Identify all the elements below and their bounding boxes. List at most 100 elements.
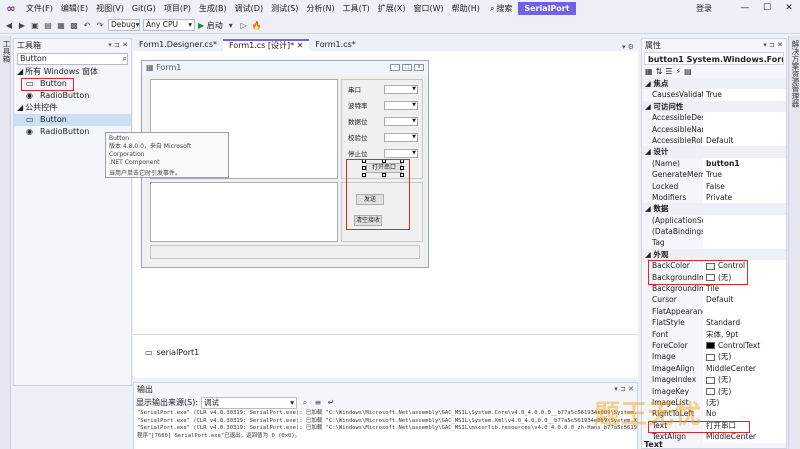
property-value-cell[interactable]: [703, 214, 786, 227]
field-combobox[interactable]: ▼: [384, 101, 418, 110]
property-value-cell[interactable]: 宋体, 9pt: [703, 328, 786, 340]
panel-controls[interactable]: ▾ ⊐ ✕: [108, 39, 128, 52]
field-combobox[interactable]: ▼: [384, 117, 418, 126]
property-value-cell[interactable]: [703, 123, 786, 135]
property-category[interactable]: ◢ 外观: [642, 248, 786, 261]
document-tab[interactable]: Form1.cs [设计]* ✕: [223, 39, 310, 51]
property-value-cell[interactable]: [703, 237, 786, 249]
tab-overflow-icon[interactable]: ▾ ⚙: [622, 43, 634, 51]
clear-all-icon[interactable]: ≡: [313, 398, 323, 407]
property-value-cell[interactable]: Private: [703, 191, 786, 204]
redo-icon[interactable]: ↷: [95, 21, 105, 30]
property-value-cell[interactable]: MiddleCenter: [703, 362, 786, 375]
document-tab[interactable]: Form1.Designer.cs*: [133, 39, 223, 51]
property-row[interactable]: GenerateMembeTrue: [642, 169, 786, 181]
search-box[interactable]: ⌕ 搜索: [490, 3, 512, 14]
close-icon[interactable]: ✕: [778, 0, 800, 17]
dropdown-icon[interactable]: ▾: [226, 21, 236, 30]
forward-icon[interactable]: ▶: [17, 21, 27, 30]
menu-item[interactable]: 生成(B): [195, 0, 231, 17]
property-row[interactable]: (ApplicationSet: [642, 214, 786, 227]
property-value-cell[interactable]: button1: [703, 157, 786, 170]
menu-item[interactable]: 分析(N): [302, 0, 338, 17]
property-value-cell[interactable]: (无): [703, 351, 786, 363]
property-row[interactable]: CausesValidatioTrue: [642, 89, 786, 101]
new-item-icon[interactable]: ▣: [30, 21, 40, 30]
solution-explorer-side-tab[interactable]: 解决方案资源管理器: [790, 40, 800, 108]
close-icon[interactable]: ✕: [297, 41, 304, 50]
categorized-icon[interactable]: ▦: [645, 67, 653, 76]
property-category[interactable]: ◢ 数据: [642, 203, 786, 215]
property-category[interactable]: ◢ 设计: [642, 146, 786, 158]
toolbox-group[interactable]: ◢ 公共控件: [14, 102, 131, 114]
property-pages-icon[interactable]: ▤: [684, 67, 692, 76]
platform-select[interactable]: Any CPU ▾: [143, 19, 195, 31]
save-all-icon[interactable]: ▩: [69, 21, 79, 30]
property-value-cell[interactable]: Default: [703, 134, 786, 147]
menu-item[interactable]: 视图(V): [92, 0, 128, 17]
events-icon[interactable]: ⚡: [675, 67, 681, 76]
alphabetical-icon[interactable]: ⇅: [656, 67, 663, 76]
toolbox-search-input[interactable]: Button ⌕: [17, 53, 128, 65]
property-value-cell[interactable]: True: [703, 89, 786, 101]
property-value-cell[interactable]: [703, 226, 786, 238]
property-category[interactable]: ◢ 可访问性: [642, 100, 786, 113]
property-value-cell[interactable]: Standard: [703, 317, 786, 329]
property-value-cell[interactable]: [703, 305, 786, 318]
toolbox-group[interactable]: ◢ 所有 Windows 窗体: [14, 66, 131, 78]
menu-item[interactable]: 项目(P): [160, 0, 195, 17]
property-value-cell[interactable]: (无): [703, 385, 786, 397]
property-row[interactable]: ImageIndex (无): [642, 374, 786, 386]
output-text[interactable]: "SerialPort.exe" (CLR v4.0.30319: Serial…: [134, 409, 637, 449]
output-source-select[interactable]: 调试 ▾: [201, 396, 298, 409]
word-wrap-icon[interactable]: ↵: [326, 398, 336, 407]
property-row[interactable]: (Name) button1: [642, 157, 786, 170]
properties-icon[interactable]: ☰: [665, 67, 672, 76]
field-combobox[interactable]: ▼: [384, 133, 418, 142]
property-row[interactable]: Cursor Default: [642, 294, 786, 306]
visual-studio-logo-icon[interactable]: ∞: [0, 0, 22, 17]
serial-port-component[interactable]: ▭ serialPort1: [145, 348, 199, 357]
property-row[interactable]: (DataBindings): [642, 226, 786, 238]
property-row[interactable]: ImageAlign MiddleCenter: [642, 362, 786, 375]
document-tab[interactable]: Form1.cs*: [309, 39, 361, 51]
toolbox-item[interactable]: ◉ RadioButton: [14, 90, 131, 102]
open-icon[interactable]: ▤: [43, 21, 53, 30]
property-row[interactable]: AccessibleDescr: [642, 112, 786, 124]
start-button[interactable]: ▶ 启动: [198, 20, 223, 31]
minimize-icon[interactable]: —: [734, 0, 756, 17]
property-category[interactable]: ◢ 焦点: [642, 78, 786, 90]
menu-item[interactable]: Git(G): [128, 0, 160, 17]
menu-item[interactable]: 扩展(X): [374, 0, 410, 17]
panel-controls[interactable]: ▾ ⊐ ✕: [763, 39, 783, 52]
menu-item[interactable]: 工具(T): [339, 0, 374, 17]
property-row[interactable]: Modifiers Private: [642, 191, 786, 204]
property-row[interactable]: AccessibleRole Default: [642, 134, 786, 147]
field-combobox[interactable]: ▼: [384, 149, 418, 158]
menu-item[interactable]: 调试(D): [231, 0, 267, 17]
property-row[interactable]: Locked False: [642, 180, 786, 192]
property-value-cell[interactable]: [703, 112, 786, 124]
run-without-debug-icon[interactable]: ▷: [239, 21, 249, 30]
object-selector[interactable]: button1 System.Windows.Forms.Bu: [644, 52, 784, 65]
field-combobox[interactable]: ▼: [384, 85, 418, 94]
property-row[interactable]: FlatStyle Standard: [642, 317, 786, 329]
maximize-icon[interactable]: ☐: [756, 0, 778, 17]
menu-item[interactable]: 编辑(E): [57, 0, 92, 17]
property-value-cell[interactable]: True: [703, 169, 786, 181]
menu-item[interactable]: 测试(S): [267, 0, 302, 17]
send-textbox[interactable]: [150, 182, 338, 242]
property-row[interactable]: ForeColor ControlText: [642, 339, 786, 352]
find-icon[interactable]: ⌕: [300, 398, 310, 408]
property-value-cell[interactable]: (无): [703, 396, 786, 409]
property-value-cell[interactable]: No: [703, 408, 786, 420]
save-icon[interactable]: ▦: [56, 21, 66, 30]
property-value-cell[interactable]: (无): [703, 374, 786, 386]
login-link[interactable]: 登录: [696, 3, 712, 14]
hot-reload-icon[interactable]: 🔥: [252, 21, 262, 30]
toolbox-item[interactable]: ▭ Button: [14, 114, 131, 126]
property-row[interactable]: Tag: [642, 237, 786, 249]
menu-item[interactable]: 窗口(W): [410, 0, 448, 17]
toolbox-side-tab[interactable]: 工具箱: [1, 40, 12, 63]
back-icon[interactable]: ◀: [4, 21, 14, 30]
